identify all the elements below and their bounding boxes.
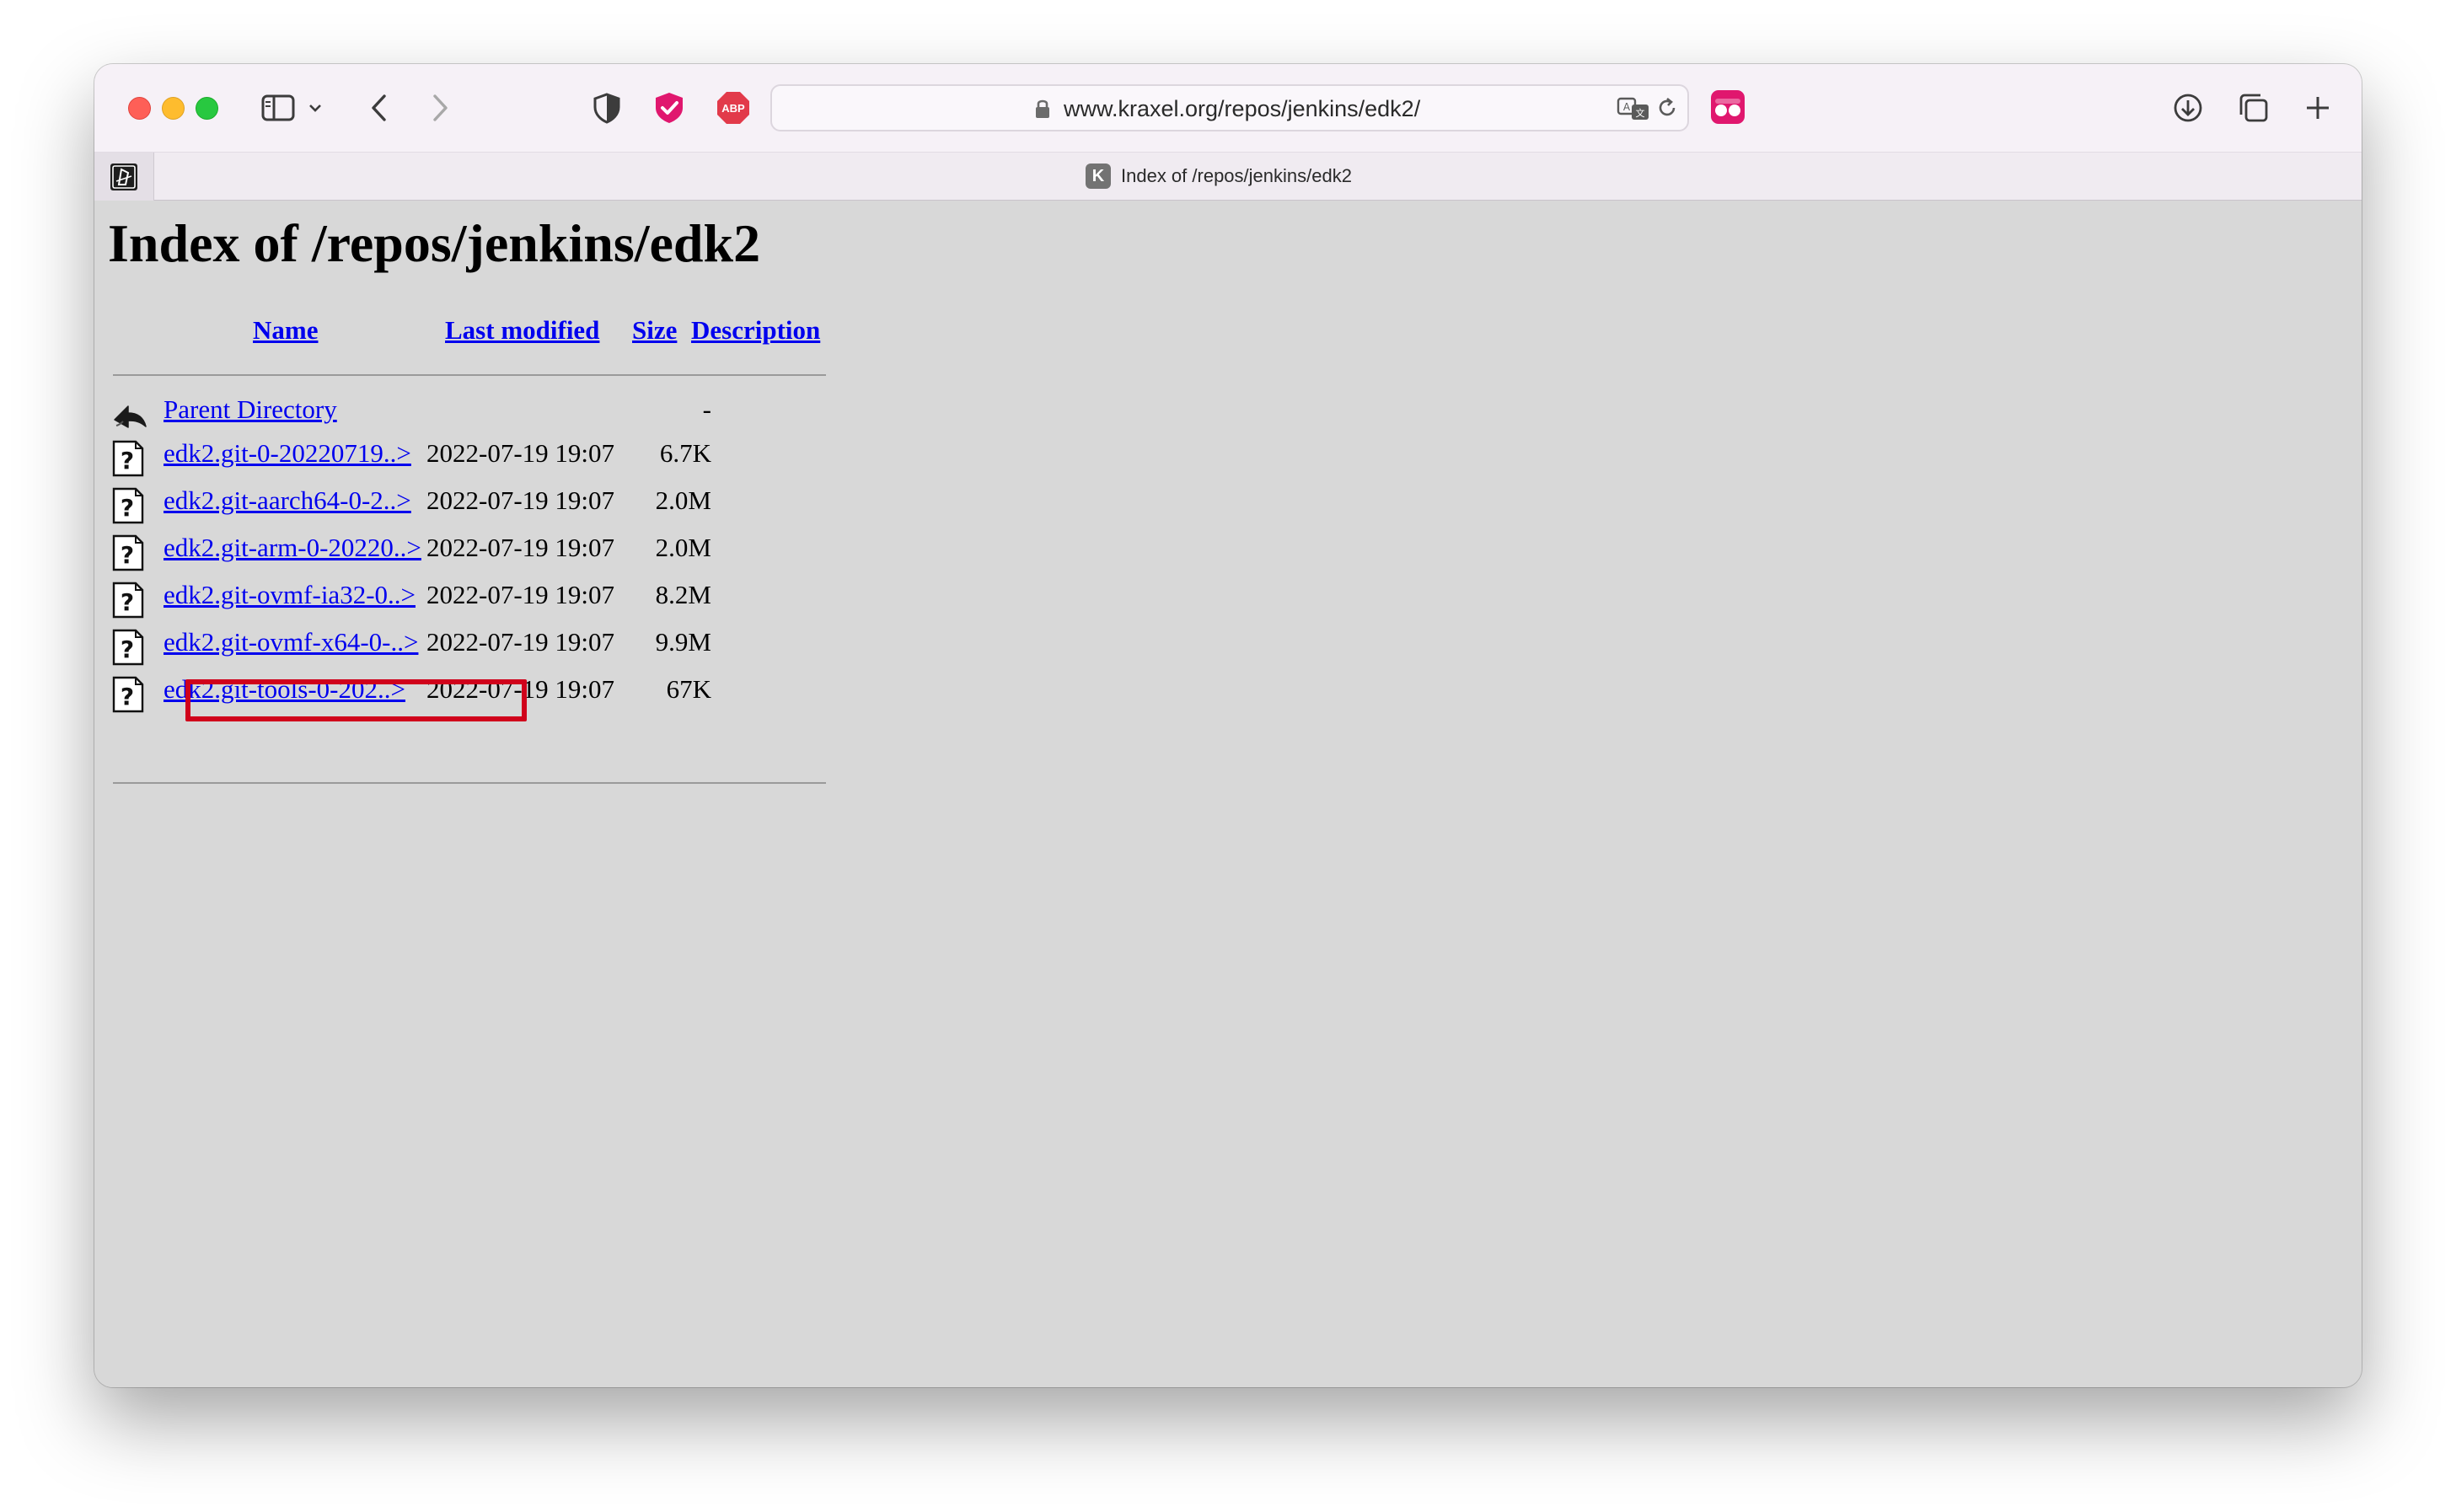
translate-icon[interactable]: A文 xyxy=(1617,96,1650,121)
parent-size: - xyxy=(702,394,711,424)
svg-text:?: ? xyxy=(121,541,134,569)
active-tab[interactable]: K Index of /repos/jenkins/edk2 xyxy=(1086,161,1352,191)
back-folder-icon xyxy=(111,396,147,433)
forward-arrow-icon[interactable] xyxy=(423,91,457,125)
tab-title: Index of /repos/jenkins/edk2 xyxy=(1121,165,1352,186)
file-size: 67K xyxy=(666,674,711,704)
minimize-window-button[interactable] xyxy=(162,97,185,120)
tab-bar: K Index of /repos/jenkins/edk2 xyxy=(94,152,2362,201)
file-size: 8.2M xyxy=(655,580,711,609)
svg-text:?: ? xyxy=(121,447,134,475)
file-row: ? edk2.git-ovmf-x64-0-..> 2022-07-19 19:07… xyxy=(111,627,836,666)
highlight-annotation-box xyxy=(185,679,527,721)
file-modified: 2022-07-19 19:07 xyxy=(426,533,615,562)
unknown-file-icon: ? xyxy=(111,676,147,713)
adblock-plus-icon[interactable]: ABP xyxy=(715,89,752,126)
browser-window: ABP www.kraxel.org/repos/jenkins/edk2/ A… xyxy=(94,64,2362,1387)
browser-toolbar: ABP www.kraxel.org/repos/jenkins/edk2/ A… xyxy=(94,64,2362,152)
privacy-shield-icon[interactable] xyxy=(588,89,625,126)
lock-icon xyxy=(1033,98,1054,120)
svg-text:文: 文 xyxy=(1636,107,1645,119)
unknown-file-icon: ? xyxy=(111,440,147,477)
pinned-site-icon xyxy=(110,163,137,190)
tab-overview-icon[interactable] xyxy=(2235,89,2272,126)
page-content: Index of /repos/jenkins/edk2 Name Last m… xyxy=(94,201,2362,1387)
footer-divider xyxy=(113,782,826,784)
sidebar-toggle-icon[interactable] xyxy=(260,93,297,123)
file-link[interactable]: edk2.git-aarch64-0-2..> xyxy=(164,485,411,516)
file-link[interactable]: edk2.git-ovmf-x64-0-..> xyxy=(164,627,418,657)
svg-text:?: ? xyxy=(121,683,134,710)
abp-label: ABP xyxy=(721,102,745,115)
sort-by-size-link[interactable]: Size xyxy=(632,315,677,346)
reload-icon[interactable] xyxy=(1655,96,1681,121)
unknown-file-icon: ? xyxy=(111,582,147,619)
file-modified: 2022-07-19 19:07 xyxy=(426,627,615,657)
file-size: 9.9M xyxy=(655,627,711,657)
file-row: ? edk2.git-aarch64-0-2..> 2022-07-19 19:07… xyxy=(111,485,836,524)
sort-by-description-link[interactable]: Description xyxy=(691,315,820,346)
pinned-tab[interactable] xyxy=(94,153,154,201)
header-divider xyxy=(113,374,826,376)
svg-text:?: ? xyxy=(121,588,134,616)
file-size: 6.7K xyxy=(659,438,711,468)
close-window-button[interactable] xyxy=(128,97,151,120)
file-size: 2.0M xyxy=(655,533,711,562)
file-modified: 2022-07-19 19:07 xyxy=(426,438,615,468)
file-row: ? edk2.git-arm-0-20220..> 2022-07-19 19:07… xyxy=(111,533,836,571)
page-title: Index of /repos/jenkins/edk2 xyxy=(108,213,761,273)
pink-extension-icon[interactable] xyxy=(1708,87,1748,127)
file-row: ? edk2.git-ovmf-ia32-0..> 2022-07-19 19:07… xyxy=(111,580,836,619)
sort-by-name-link[interactable]: Name xyxy=(253,315,318,346)
tab-favicon-icon: K xyxy=(1086,164,1111,189)
back-arrow-icon[interactable] xyxy=(362,91,396,125)
url-text[interactable]: www.kraxel.org/repos/jenkins/edk2/ xyxy=(1064,96,1420,122)
file-row: ? edk2.git-0-20220719..> 2022-07-19 19:07 6… xyxy=(111,438,836,477)
download-icon[interactable] xyxy=(2169,89,2207,126)
file-link[interactable]: edk2.git-0-20220719..> xyxy=(164,438,411,469)
sort-by-last-modified-link[interactable]: Last modified xyxy=(445,315,599,346)
svg-text:A: A xyxy=(1623,101,1631,113)
new-tab-plus-icon[interactable] xyxy=(2299,89,2336,126)
svg-text:?: ? xyxy=(121,635,134,663)
file-link[interactable]: edk2.git-arm-0-20220..> xyxy=(164,533,421,563)
file-link[interactable]: edk2.git-ovmf-ia32-0..> xyxy=(164,580,416,610)
file-size: 2.0M xyxy=(655,485,711,515)
file-modified: 2022-07-19 19:07 xyxy=(426,580,615,609)
check-shield-extension-icon[interactable] xyxy=(651,89,688,126)
file-modified: 2022-07-19 19:07 xyxy=(426,485,615,515)
parent-directory-link[interactable]: Parent Directory xyxy=(164,394,337,425)
parent-directory-row: Parent Directory - xyxy=(111,394,836,433)
svg-text:?: ? xyxy=(121,494,134,522)
maximize-window-button[interactable] xyxy=(196,97,218,120)
unknown-file-icon: ? xyxy=(111,534,147,571)
chevron-down-icon[interactable] xyxy=(305,96,325,120)
unknown-file-icon: ? xyxy=(111,629,147,666)
unknown-file-icon: ? xyxy=(111,487,147,524)
address-bar[interactable]: www.kraxel.org/repos/jenkins/edk2/ A文 xyxy=(770,84,1689,131)
